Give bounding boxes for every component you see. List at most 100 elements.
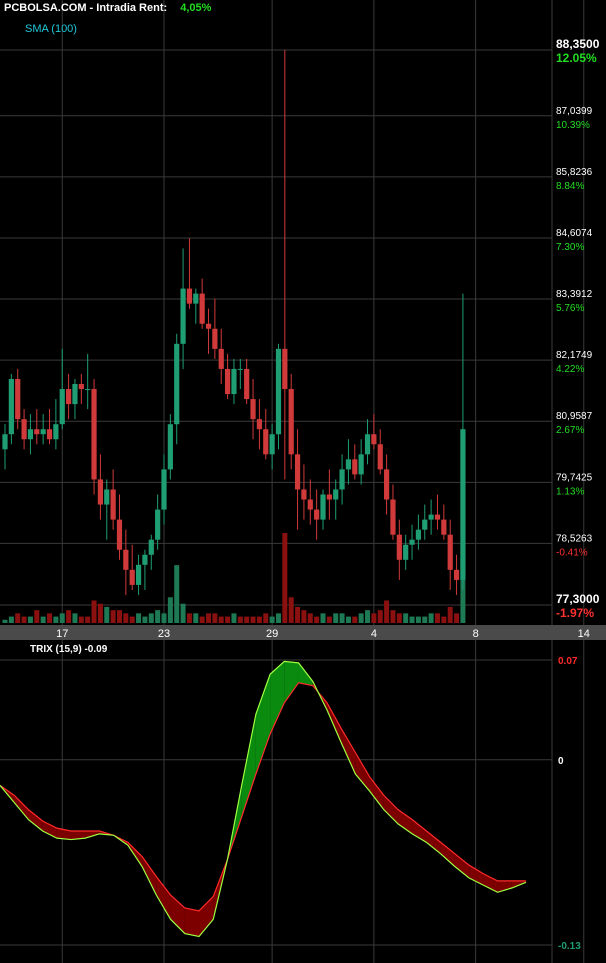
- volume-bar: [345, 616, 351, 623]
- candle-body: [142, 554, 148, 565]
- volume-bar: [333, 613, 339, 623]
- volume-bar: [8, 616, 14, 623]
- trix-fill: [341, 728, 356, 774]
- candle-body: [275, 348, 282, 435]
- volume-bar: [371, 613, 377, 623]
- volume-bar: [339, 613, 345, 623]
- candle-body: [320, 494, 326, 520]
- candle-body: [294, 454, 301, 490]
- candle-body: [256, 419, 262, 430]
- candle-body: [441, 519, 447, 535]
- pct-tick-label: -1.97%: [556, 606, 594, 620]
- volume-bar: [53, 616, 59, 623]
- candle-body: [46, 429, 53, 440]
- volume-bar: [358, 613, 364, 623]
- candle-body: [155, 509, 161, 540]
- price-tick-label: 78,5263: [556, 533, 593, 544]
- volume-bar: [218, 616, 224, 623]
- volume-bar: [91, 600, 97, 623]
- candle-body: [415, 529, 421, 540]
- volume-bar: [110, 610, 116, 623]
- volume-bar: [231, 613, 237, 623]
- volume-bar: [72, 613, 78, 623]
- pct-tick-label: 10.39%: [556, 120, 590, 131]
- volume-bar: [186, 613, 192, 623]
- trix-fill: [454, 853, 470, 879]
- price-tick-label: 80,9587: [556, 411, 593, 422]
- volume-bar: [129, 616, 135, 623]
- price-tick-label: 83,3912: [556, 289, 593, 300]
- volume-bar: [40, 616, 46, 623]
- candle-body: [403, 544, 409, 560]
- candle-body: [269, 434, 275, 455]
- candle-body: [193, 293, 199, 304]
- candle-body: [409, 539, 415, 545]
- candle-body: [59, 389, 65, 425]
- candle-body: [339, 469, 345, 490]
- candle-body: [15, 378, 21, 420]
- volume-bar: [104, 606, 110, 623]
- sma-legend: SMA (100): [25, 23, 77, 35]
- candle-body: [53, 424, 59, 440]
- trix-fill: [483, 873, 498, 893]
- candle-body: [377, 444, 383, 470]
- x-tick-label: 14: [578, 628, 590, 640]
- candle-body: [301, 489, 307, 500]
- trix-fill: [284, 661, 299, 703]
- volume-bar: [434, 613, 440, 623]
- pct-tick-label: 8.84%: [556, 181, 584, 192]
- candle-body: [333, 489, 339, 500]
- candle-body: [244, 368, 250, 400]
- candle-body: [447, 534, 453, 570]
- volume-bar: [422, 616, 428, 623]
- trix-fill: [426, 831, 441, 854]
- volume-bar: [78, 616, 84, 623]
- trix-tick-label: -0.13: [558, 941, 581, 952]
- volume-bar: [384, 600, 390, 623]
- trix-fill: [440, 842, 455, 867]
- volume-bar: [123, 613, 129, 623]
- pct-tick-label: 12.05%: [556, 51, 597, 65]
- volume-bar: [142, 616, 148, 623]
- volume-bar: [307, 613, 313, 623]
- trix-fill: [383, 795, 399, 824]
- price-tick-label: 88,3500: [556, 37, 600, 51]
- volume-bar: [288, 597, 294, 623]
- candle-body: [2, 434, 8, 450]
- candle-body: [161, 469, 167, 510]
- volume-bar: [377, 610, 383, 623]
- trix-fill: [398, 809, 413, 834]
- trix-fill: [355, 752, 370, 792]
- trix-fill: [142, 856, 157, 896]
- candle-body: [396, 534, 402, 560]
- pct-tick-label: 1.13%: [556, 486, 584, 497]
- trix-legend: TRIX (15,9) -0.09: [30, 644, 108, 655]
- candle-body: [231, 368, 237, 395]
- volume-bar: [27, 616, 33, 623]
- candle-body: [148, 539, 154, 555]
- volume-bar: [415, 616, 421, 623]
- candle-body: [27, 429, 34, 440]
- pct-tick-label: 7.30%: [556, 242, 584, 253]
- volume-bar: [206, 613, 212, 623]
- volume-bar: [441, 616, 447, 623]
- candle-body: [237, 368, 243, 370]
- candle-body: [434, 514, 441, 520]
- volume-bar: [390, 610, 396, 623]
- volume-bar: [295, 606, 301, 623]
- candle-body: [135, 564, 142, 585]
- candle-body: [250, 399, 256, 420]
- volume-bar: [34, 610, 40, 623]
- candle-body: [282, 348, 288, 390]
- x-tick-label: 23: [158, 628, 170, 640]
- volume-bar: [282, 533, 288, 623]
- volume-bar: [174, 565, 180, 623]
- candle-body: [174, 343, 180, 425]
- volume-bar: [161, 613, 167, 623]
- volume-bar: [148, 613, 154, 623]
- candle-body: [218, 348, 224, 369]
- x-axis-bar: [0, 625, 606, 640]
- volume-bar: [409, 616, 415, 623]
- candle-body: [263, 429, 269, 455]
- trix-fill: [199, 896, 214, 937]
